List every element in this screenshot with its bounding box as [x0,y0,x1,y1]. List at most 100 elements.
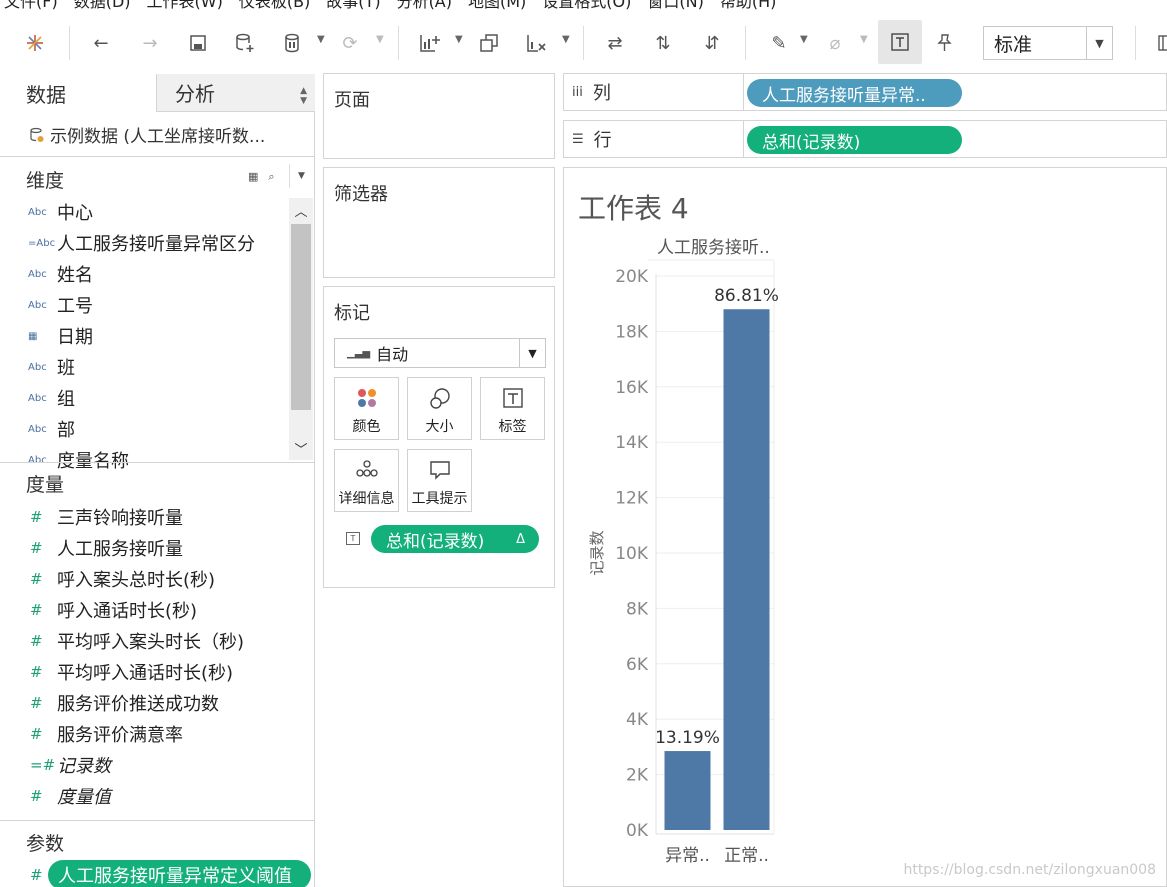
label-button[interactable]: 标签 [480,377,545,440]
back-icon[interactable]: ← [86,28,116,58]
show-cards-icon[interactable] [1150,28,1167,58]
measure-field[interactable]: # 服务评价满意率 [0,719,290,749]
fit-select[interactable]: 标准 ▼ [983,26,1113,60]
caret-down-icon[interactable]: ▼ [317,34,325,45]
new-worksheet-icon[interactable] [415,28,445,58]
size-button[interactable]: 大小 [407,377,472,440]
new-datasource-icon[interactable] [230,28,260,58]
number-type-icon: # [30,663,43,681]
measures-title: 度量 [26,474,65,496]
menu-item[interactable]: 仪表板(B) [239,0,310,10]
marks-card: 标记 ▁▃▅ 自动 ▼ 颜色 大小 标签 详细信息 工具提示 T 总和(记录数)… [323,286,555,588]
swap-axes-icon[interactable]: ⇄ [600,28,630,58]
pause-updates-icon[interactable] [277,28,307,58]
caret-down-icon[interactable]: ▼ [376,34,384,45]
rows-pill[interactable]: 总和(记录数) [747,126,962,154]
marks-measure-pill[interactable]: 总和(记录数) Δ [371,525,539,553]
string-type-icon: Abc [28,361,47,373]
dimensions-scrollbar[interactable]: ︿ ﹀ [289,198,313,460]
view-toggle-icon[interactable]: ▦ [248,170,258,184]
tab-data[interactable]: 数据 [0,74,156,112]
color-button[interactable]: 颜色 [334,377,399,440]
y-tick-label: 16K [615,378,649,398]
mark-type-select[interactable]: ▁▃▅ 自动 ▼ [334,338,546,368]
number-type-icon: # [30,570,43,588]
datasource-item[interactable]: 示例数据 (人工坐席接听数... [30,122,265,147]
y-tick-label: 12K [615,489,649,509]
columns-pill[interactable]: 人工服务接听量异常.. [747,79,962,107]
chevron-up-icon[interactable]: ︿ [289,198,313,222]
show-labels-icon[interactable] [878,20,922,64]
bar [723,309,770,830]
tab-analysis[interactable]: 分析 ▲ ▼ [156,74,315,112]
measure-field[interactable]: # 平均呼入通话时长(秒) [0,657,290,687]
measure-field[interactable]: # 呼入案头总时长(秒) [0,564,290,594]
scrollbar-thumb[interactable] [291,224,311,410]
clear-icon[interactable] [522,28,552,58]
menu-item[interactable]: 故事(T) [326,0,380,10]
dimensions-menu-icon[interactable]: ▼ [289,164,313,188]
menu-item[interactable]: 地图(M) [468,0,526,10]
highlight-icon[interactable]: ✎ [764,28,794,58]
data-pane: 数据 分析 ▲ ▼ 示例数据 (人工坐席接听数... 维度 ▦ ⌕ ▼ Abc 中心… [0,74,315,887]
sort-descending-icon[interactable]: ⇵ [697,28,727,58]
menu-item[interactable]: 工作表(W) [147,0,223,10]
color-icon [335,387,398,409]
dimension-field[interactable]: Abc 部 [0,414,290,444]
datasource-icon [30,127,44,142]
menu-item[interactable]: 窗口(N) [647,0,703,10]
sort-ascending-icon[interactable]: ⇅ [648,28,678,58]
measure-field[interactable]: # 度量值 [0,781,290,811]
menu-item[interactable]: 分析(A) [397,0,452,10]
caret-down-icon[interactable]: ▼ [455,34,463,45]
dimension-field[interactable]: Abc 姓名 [0,259,290,289]
dimension-field[interactable]: Abc 工号 [0,290,290,320]
measure-field[interactable]: # 呼入通话时长(秒) [0,595,290,625]
field-label: 三声铃响接听量 [57,508,183,529]
pages-card[interactable]: 页面 [323,73,555,159]
tableau-logo-icon[interactable] [20,28,50,58]
measure-field[interactable]: # 平均呼入案头时长（秒) [0,626,290,656]
tooltip-button-label: 工具提示 [411,491,468,507]
y-tick-label: 14K [615,433,649,453]
detail-button[interactable]: 详细信息 [334,449,399,512]
caret-down-icon[interactable]: ▼ [860,34,868,45]
datasource-label: 示例数据 (人工坐席接听数... [50,127,266,147]
duplicate-icon[interactable] [474,28,504,58]
chevron-down-icon[interactable]: ﹀ [289,436,313,460]
size-icon [408,387,471,411]
dimension-field[interactable]: ▦ 日期 [0,321,290,351]
forward-icon[interactable]: → [135,28,165,58]
search-icon[interactable]: ⌕ [268,170,274,184]
pin-icon[interactable] [929,28,959,58]
parameter-pill[interactable]: 人工服务接听量异常定义阈值 [48,860,311,887]
group-icon[interactable]: ⌀ [820,28,850,58]
dimension-field[interactable]: Abc 中心 [0,197,290,227]
menu-item[interactable]: 帮助(H) [720,0,777,10]
bar-chart[interactable]: 0K 2K 4K 6K 8K 10K 12K 14K 16K 18K 20K 人工服务接听.. 记录数 1… [564,168,1167,887]
save-icon[interactable] [183,28,213,58]
menu-item[interactable]: 文件(F) [4,0,58,10]
caret-down-icon[interactable]: ▼ [562,34,570,45]
columns-shelf[interactable]: iii 列 人工服务接听量异常.. [563,73,1167,111]
tooltip-button[interactable]: 工具提示 [407,449,472,512]
rows-shelf[interactable]: ☰ 行 总和(记录数) [563,120,1167,158]
dimension-field[interactable]: Abc 班 [0,352,290,382]
marks-title: 标记 [334,303,370,324]
menu-item[interactable]: 数据(D) [74,0,131,10]
measure-field[interactable]: =# 记录数 [0,750,290,780]
measure-field[interactable]: # 服务评价推送成功数 [0,688,290,718]
measure-field[interactable]: # 三声铃响接听量 [0,502,290,532]
caret-down-icon[interactable]: ▼ [800,34,808,45]
dimension-field[interactable]: =Abc 人工服务接听量异常区分 [0,228,290,258]
dimension-field[interactable]: Abc 组 [0,383,290,413]
refresh-icon[interactable]: ⟳ [335,28,365,58]
field-label: 度量名称 [57,451,129,472]
menu-item[interactable]: 设置格式(O) [542,0,631,10]
filters-card[interactable]: 筛选器 [323,167,555,278]
rows-shelf-label: 行 [593,130,612,151]
field-label: 记录数 [57,756,111,777]
string-type-icon: Abc [28,454,47,466]
y-tick-label: 2K [626,766,649,786]
measure-field[interactable]: # 人工服务接听量 [0,533,290,563]
